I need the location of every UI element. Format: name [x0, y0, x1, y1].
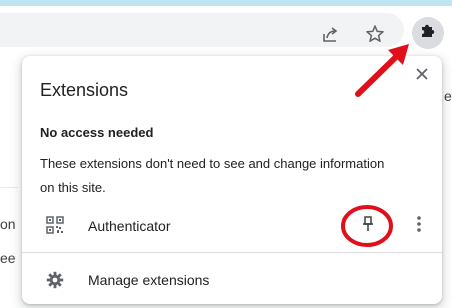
background-divider — [0, 187, 18, 188]
qr-code-icon — [46, 216, 64, 239]
popup-title: Extensions — [40, 80, 129, 100]
background-text-fragment: on — [0, 216, 16, 232]
bookmark-star-icon[interactable] — [364, 23, 386, 45]
background-text-fragment: er — [444, 88, 452, 104]
share-icon[interactable] — [320, 24, 342, 46]
extensions-puzzle-button[interactable] — [412, 17, 444, 49]
pin-icon — [361, 215, 375, 237]
manage-extensions-item[interactable]: Manage extensions — [22, 264, 442, 296]
gear-icon — [46, 271, 64, 294]
background-text-fragment: ee — [0, 250, 16, 266]
more-vert-icon — [416, 215, 422, 238]
extensions-menu-popup: Extensions No access needed These extens… — [22, 56, 442, 304]
section-heading: No access needed — [40, 125, 154, 140]
section-description: These extensions don't need to see and c… — [40, 156, 385, 195]
close-button[interactable] — [412, 66, 432, 86]
manage-extensions-label: Manage extensions — [88, 272, 210, 288]
puzzle-icon — [419, 22, 437, 45]
extension-row-authenticator[interactable]: Authenticator — [22, 208, 442, 244]
extension-more-options-button[interactable] — [409, 214, 429, 238]
popup-divider — [22, 252, 442, 253]
extension-name: Authenticator — [88, 218, 171, 234]
pin-extension-button[interactable] — [356, 214, 380, 238]
close-icon — [415, 67, 429, 86]
address-bar[interactable] — [0, 13, 404, 47]
